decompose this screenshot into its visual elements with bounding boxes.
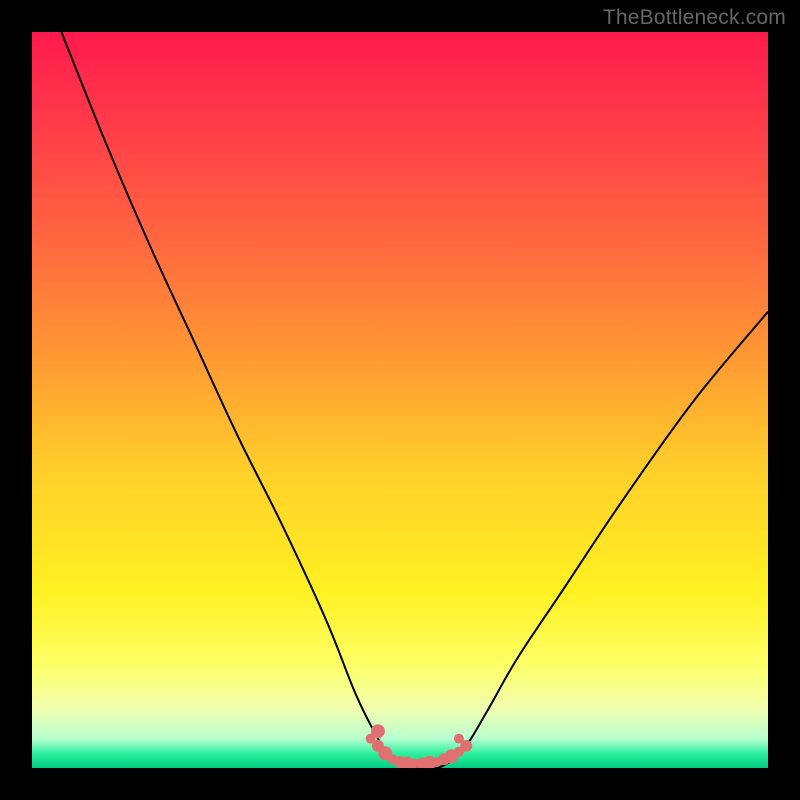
- optimal-marker-cluster: [366, 724, 473, 768]
- optimal-marker: [454, 734, 464, 744]
- optimal-marker: [371, 724, 385, 738]
- outer-frame: TheBottleneck.com: [0, 0, 800, 800]
- plot-area: [32, 32, 768, 768]
- watermark-text: TheBottleneck.com: [603, 6, 786, 30]
- chart-svg: [32, 32, 768, 768]
- bottleneck-curve: [61, 32, 768, 768]
